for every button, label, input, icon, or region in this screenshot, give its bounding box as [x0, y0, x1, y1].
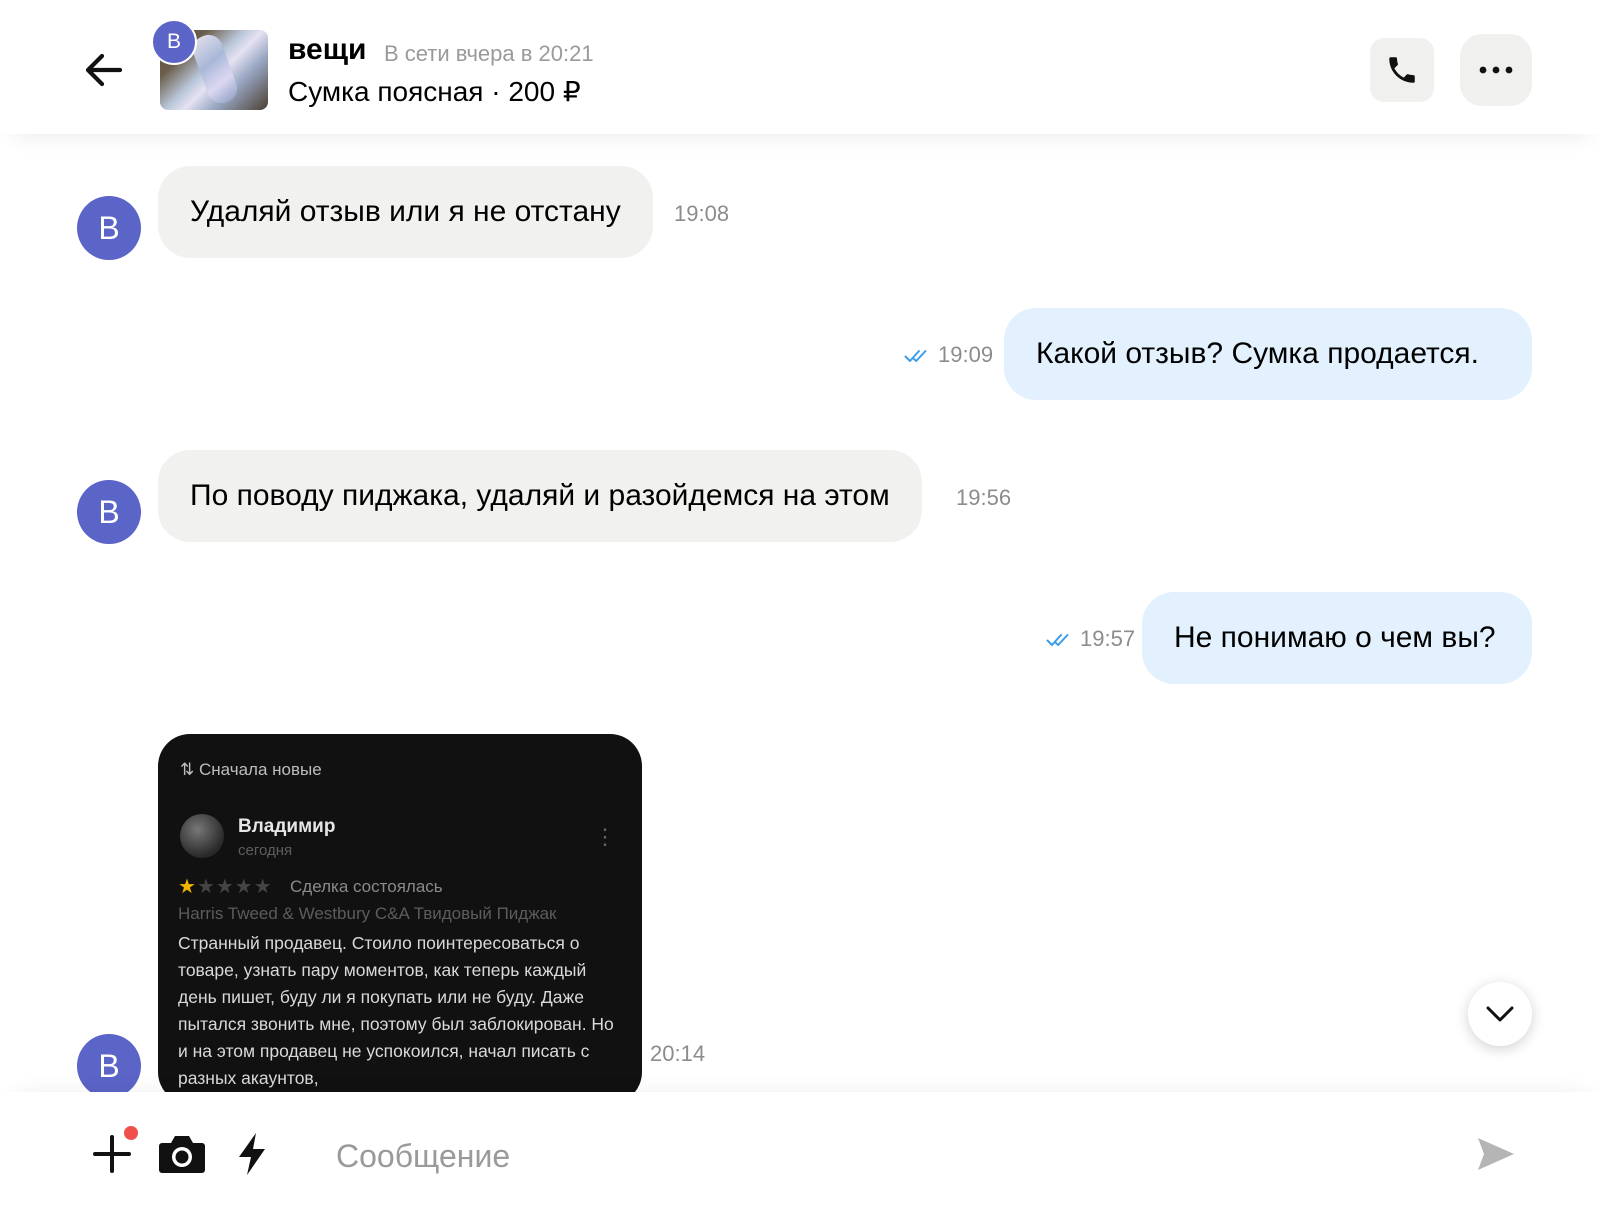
message-time: 20:14	[650, 1041, 706, 1066]
reviewer-avatar	[180, 814, 224, 858]
message-time: 19:09	[938, 342, 994, 367]
outgoing-message[interactable]: Не понимаю о чем вы?	[1142, 592, 1532, 684]
phone-icon	[1389, 57, 1415, 83]
chevron-down-icon	[1486, 1006, 1514, 1022]
outgoing-message[interactable]: Какой отзыв? Сумка продается.	[1004, 308, 1532, 400]
notification-dot	[124, 1126, 138, 1140]
sender-avatar[interactable]: В	[77, 480, 141, 544]
message-input[interactable]	[334, 1130, 1398, 1182]
review-product: Harris Tweed & Westbury C&A Твидовый Пид…	[178, 904, 557, 923]
message-time: 19:56	[956, 485, 1012, 510]
back-button[interactable]	[78, 44, 130, 96]
seller-avatar[interactable]: В	[151, 19, 197, 65]
arrow-left-icon	[85, 53, 123, 87]
image-message[interactable]: ⇅ Сначала новые Владимир сегодня ⋮ ★★★★★…	[158, 734, 642, 1092]
message-time: 19:08	[674, 201, 730, 226]
item-title[interactable]: Сумка поясная · 200 ₽	[288, 74, 581, 110]
send-icon	[1478, 1138, 1514, 1170]
message-composer	[0, 1092, 1602, 1212]
send-button[interactable]	[1470, 1128, 1522, 1180]
message-time-with-status: 19:09	[904, 341, 993, 369]
reviewer-name: Владимир	[238, 816, 336, 837]
sender-avatar[interactable]: В	[77, 1034, 141, 1092]
plus-icon	[93, 1135, 131, 1173]
attach-button[interactable]	[86, 1126, 138, 1180]
review-menu-icon: ⋮	[594, 824, 616, 849]
review-rating-stars: ★★★★★	[178, 876, 273, 898]
seller-name[interactable]: вещи	[288, 32, 367, 68]
review-date: сегодня	[238, 842, 293, 859]
camera-button[interactable]	[156, 1128, 208, 1180]
ellipsis-icon	[1479, 66, 1513, 74]
incoming-message[interactable]: Удаляй отзыв или я не отстану	[158, 166, 653, 258]
lightning-icon	[239, 1133, 265, 1175]
sender-avatar[interactable]: В	[77, 196, 141, 260]
message-time-with-status: 19:57	[1046, 625, 1135, 653]
incoming-message[interactable]: По поводу пиджака, удаляй и разойдемся н…	[158, 450, 922, 542]
camera-icon	[159, 1136, 205, 1173]
quick-reply-button[interactable]	[230, 1128, 274, 1180]
seller-status: В сети вчера в 20:21	[384, 41, 594, 66]
review-text: Странный продавец. Стоило поинтересовать…	[178, 933, 614, 1088]
message-time: 19:57	[1080, 626, 1136, 651]
double-check-icon	[1046, 634, 1069, 647]
chat-header: В вещи В сети вчера в 20:21 Сумка поясна…	[0, 0, 1602, 134]
review-sort-label: ⇅ Сначала новые	[180, 760, 322, 779]
double-check-icon	[904, 350, 927, 363]
message-list[interactable]: В Удаляй отзыв или я не отстану 19:08 19…	[0, 134, 1602, 1092]
scroll-to-bottom-button[interactable]	[1468, 982, 1532, 1046]
review-deal-status: Сделка состоялась	[290, 877, 443, 896]
more-options-button[interactable]	[1460, 34, 1532, 106]
call-button[interactable]	[1370, 38, 1434, 102]
